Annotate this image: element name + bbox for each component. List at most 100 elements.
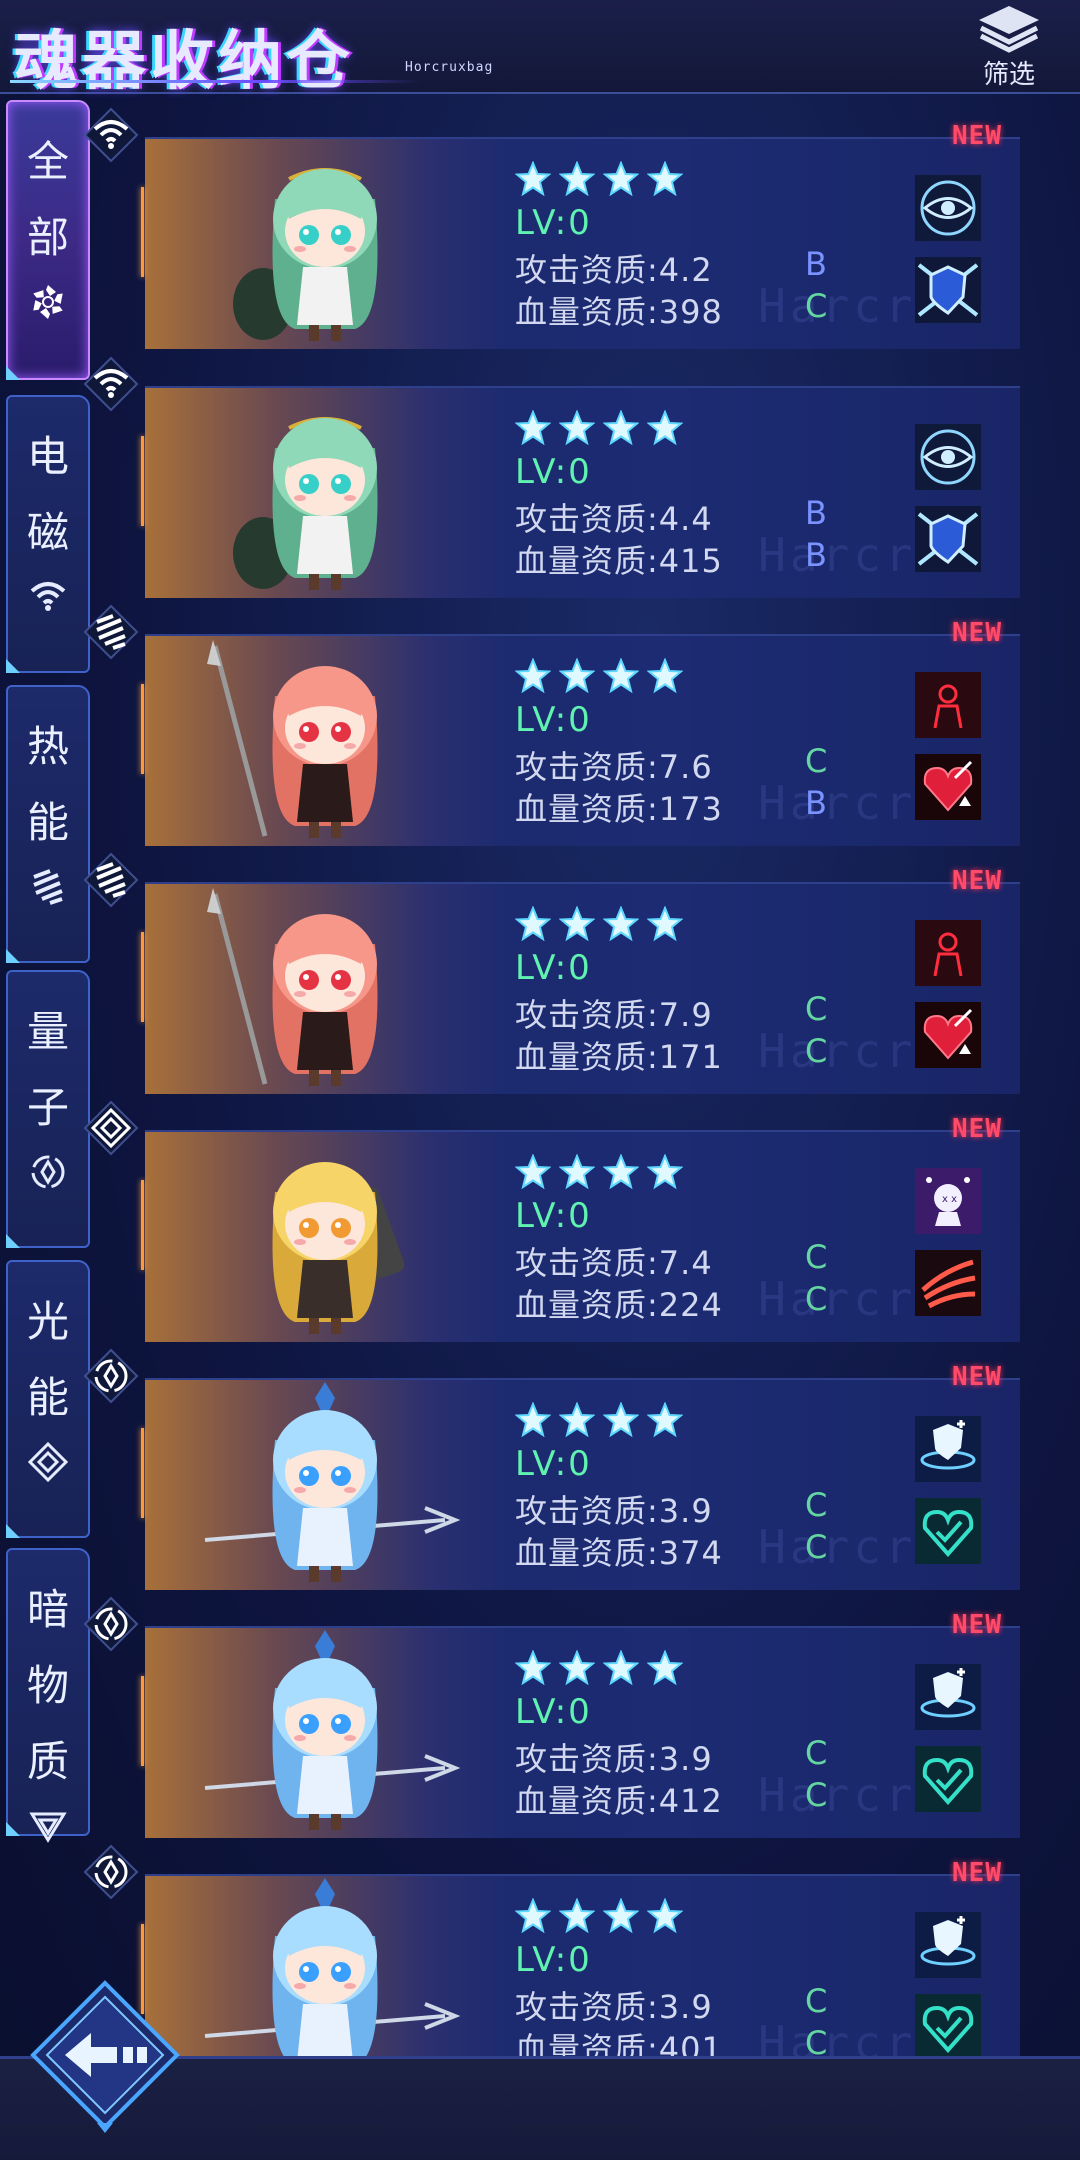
star-icon: [646, 160, 684, 201]
dark-matter-icon: [28, 1806, 68, 1850]
hp-aptitude: 血量资质:398: [515, 293, 723, 331]
star-icon: [602, 409, 640, 450]
level-label: LV:0: [515, 1692, 592, 1732]
star-icon: [558, 1897, 596, 1938]
sidebar-tab-char: 子: [26, 1083, 69, 1132]
star-icon: [646, 905, 684, 946]
sidebar-tab-2[interactable]: 电磁: [6, 395, 90, 673]
wifi-icon: [28, 577, 68, 617]
horcrux-card[interactable]: Harcrux NEW LV:0 攻击资质:7.9 血量资质:171 C C: [83, 852, 1020, 1094]
level-label: LV:0: [515, 948, 592, 988]
sidebar-tab-4[interactable]: 量子: [6, 970, 90, 1248]
card-accent-line: [141, 932, 144, 1022]
horcrux-card[interactable]: Harcrux LV:0 攻击资质:4.4 血量资质:415 B B: [83, 356, 1020, 598]
blue-trident-girl-image: [185, 1380, 485, 1594]
star-icon: [646, 1401, 684, 1442]
level-label: LV:0: [515, 1196, 592, 1236]
hp-aptitude: 血量资质:224: [515, 1286, 723, 1324]
level-label: LV:0: [515, 452, 592, 492]
sidebar-tab-char: 能: [26, 1373, 69, 1422]
star-icon: [514, 1401, 552, 1442]
character-portrait: [145, 1380, 505, 1590]
star-icon: [602, 1401, 640, 1442]
horcrux-card[interactable]: Harcrux NEW LV:0 攻击资质:3.9 血量资质:401 C C: [83, 1844, 1020, 2086]
card-accent-line: [141, 684, 144, 774]
card-accent-line: [141, 1428, 144, 1518]
hp-aptitude: 血量资质:374: [515, 1534, 723, 1572]
filter-button[interactable]: 筛选: [968, 4, 1050, 90]
green-haired-girl-image: [185, 388, 485, 602]
filter-label: 筛选: [982, 60, 1035, 90]
wifi-element-icon: [83, 356, 139, 412]
sidebar-tab-char: 磁: [26, 508, 69, 557]
attack-aptitude: 攻击资质:3.9: [515, 1988, 713, 2026]
sidebar-tab-char: 全: [26, 137, 69, 186]
horcrux-card[interactable]: Harcrux NEW LV:0 攻击资质:7.4 血量资质:224 C Cx x: [83, 1100, 1020, 1342]
character-portrait: [145, 1132, 505, 1342]
quantum-element-icon: [83, 1348, 139, 1404]
sidebar-tab-char: 质: [26, 1737, 69, 1786]
attack-grade: C: [805, 1982, 828, 2020]
attack-grade: C: [805, 1734, 828, 1772]
star-rating: [514, 409, 684, 450]
sidebar-tab-6[interactable]: 暗物质: [6, 1548, 90, 1843]
eye-skill-icon[interactable]: [915, 175, 981, 241]
hp-grade: C: [805, 1032, 828, 1070]
star-icon: [602, 1649, 640, 1690]
star-rating: [514, 1401, 684, 1442]
red-figure-skill-icon[interactable]: [915, 672, 981, 738]
shield-ring-skill-icon[interactable]: [915, 1416, 981, 1482]
blonde-hammer-girl-image: [185, 1132, 485, 1346]
horcrux-card[interactable]: Harcrux NEW LV:0 攻击资质:3.9 血量资质:374 C C: [83, 1348, 1020, 1590]
hp-grade: C: [805, 1528, 828, 1566]
attack-aptitude: 攻击资质:7.6: [515, 748, 713, 786]
sidebar-tab-3[interactable]: 热能: [6, 685, 90, 963]
green-haired-girl-image: [185, 139, 485, 353]
horcrux-card[interactable]: Harcrux NEW LV:0 攻击资质:7.6 血量资质:173 C B: [83, 604, 1020, 846]
red-figure-skill-icon[interactable]: [915, 920, 981, 986]
heart-check-skill-icon[interactable]: [915, 1994, 981, 2060]
eye-skill-icon[interactable]: [915, 424, 981, 490]
star-icon: [602, 657, 640, 698]
horcrux-card[interactable]: Harcrux NEW LV:0 攻击资质:3.9 血量资质:412 C C: [83, 1596, 1020, 1838]
quantum-element-icon: [83, 1844, 139, 1900]
star-rating: [514, 160, 684, 201]
attack-grade: B: [805, 494, 827, 532]
star-icon: [514, 905, 552, 946]
shield-skill-icon[interactable]: [915, 506, 981, 572]
star-icon: [602, 1153, 640, 1194]
flame-claw-skill-icon[interactable]: [915, 1250, 981, 1316]
heart-arrow-skill-icon[interactable]: [915, 754, 981, 820]
heart-arrow-skill-icon[interactable]: [915, 1002, 981, 1068]
star-icon: [514, 160, 552, 201]
sidebar-tab-5[interactable]: 光能: [6, 1260, 90, 1538]
light-icon: [27, 1441, 69, 1486]
star-icon: [558, 160, 596, 201]
attack-aptitude: 攻击资质:4.4: [515, 500, 713, 538]
heart-check-skill-icon[interactable]: [915, 1498, 981, 1564]
sidebar-tab-1[interactable]: 全部: [6, 100, 90, 380]
level-label: LV:0: [515, 203, 592, 243]
shield-ring-skill-icon[interactable]: [915, 1912, 981, 1978]
back-arrow-icon: [30, 1980, 180, 2133]
dizzy-skill-icon[interactable]: x x: [915, 1168, 981, 1234]
star-icon: [602, 905, 640, 946]
level-label: LV:0: [515, 700, 592, 740]
attack-grade: B: [805, 245, 827, 283]
shield-skill-icon[interactable]: [915, 257, 981, 323]
new-badge: NEW: [952, 866, 1002, 896]
hp-aptitude: 血量资质:171: [515, 1038, 723, 1076]
card-accent-line: [141, 436, 144, 526]
hp-aptitude: 血量资质:415: [515, 542, 723, 580]
back-button[interactable]: [25, 1975, 185, 2135]
sidebar-tab-char: 量: [26, 1007, 69, 1056]
heart-check-skill-icon[interactable]: [915, 1746, 981, 1812]
star-icon: [514, 1649, 552, 1690]
shield-ring-skill-icon[interactable]: [915, 1664, 981, 1730]
title-underline: [10, 80, 420, 83]
heat-element-icon: [83, 852, 139, 908]
star-icon: [602, 1897, 640, 1938]
star-rating: [514, 1153, 684, 1194]
horcrux-card[interactable]: Harcrux NEW LV:0 攻击资质:4.2 血量资质:398 B C: [83, 107, 1020, 349]
character-portrait: [145, 1876, 505, 2086]
